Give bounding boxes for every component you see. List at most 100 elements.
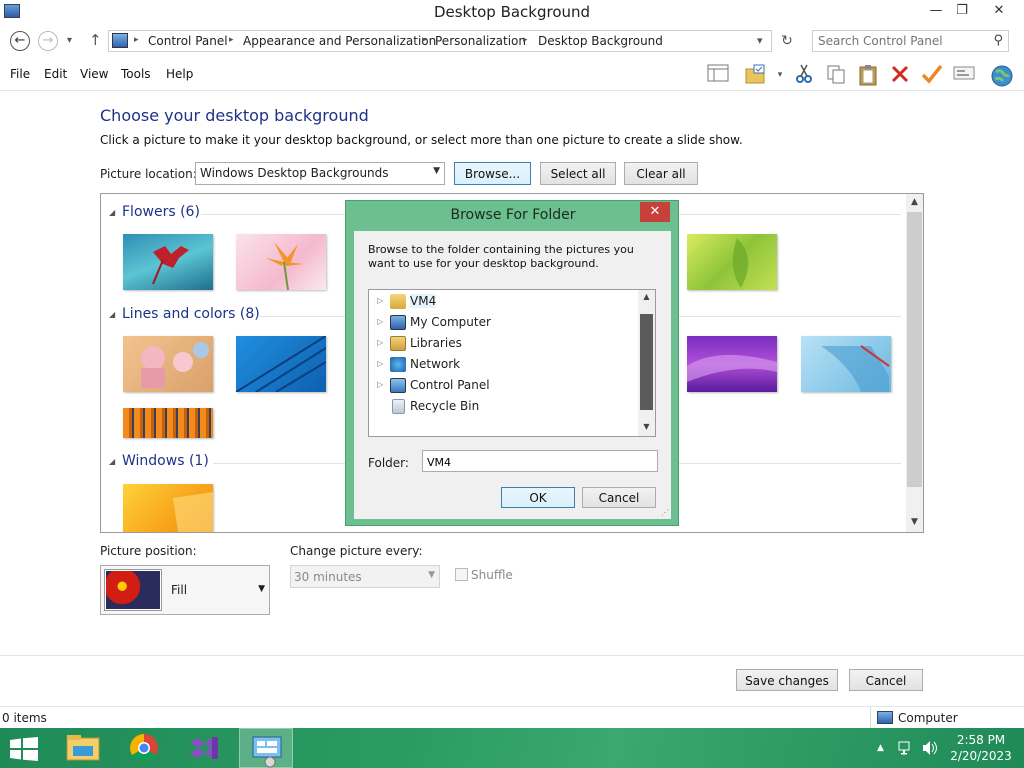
- menu-file[interactable]: File: [10, 67, 30, 81]
- tree-item-recycle-bin[interactable]: Recycle Bin: [377, 397, 637, 417]
- group-header-windows[interactable]: Windows (1): [122, 453, 209, 469]
- breadcrumb-control-panel[interactable]: Control Panel: [148, 34, 228, 48]
- paste-icon[interactable]: [856, 64, 880, 86]
- address-dropdown-icon[interactable]: ▾: [757, 34, 763, 47]
- back-button[interactable]: ←: [10, 31, 30, 51]
- tree-item-my-computer[interactable]: ▷ My Computer: [377, 313, 637, 333]
- breadcrumb-appearance[interactable]: Appearance and Personalization: [243, 34, 436, 48]
- scroll-down-icon[interactable]: ▼: [638, 422, 655, 431]
- address-bar[interactable]: ▸ Control Panel ▸ Appearance and Persona…: [108, 30, 772, 52]
- save-changes-button[interactable]: Save changes: [736, 669, 838, 691]
- search-icon[interactable]: ⚲: [993, 33, 1003, 48]
- breadcrumb-personalization[interactable]: Personalization: [435, 34, 526, 48]
- shuffle-checkbox[interactable]: Shuffle: [455, 568, 513, 582]
- search-box[interactable]: ⚲: [812, 30, 1009, 52]
- picture-position-select[interactable]: Fill ▼: [100, 565, 270, 615]
- wallpaper-thumbnail[interactable]: [236, 234, 326, 291]
- browse-button[interactable]: Browse...: [454, 162, 531, 185]
- maximize-button[interactable]: ❐: [948, 2, 976, 20]
- folder-options-icon[interactable]: [744, 64, 768, 86]
- visual-studio-taskbar-button[interactable]: [178, 728, 232, 768]
- group-header-lines-colors[interactable]: Lines and colors (8): [122, 306, 260, 322]
- select-all-button[interactable]: Select all: [540, 162, 616, 185]
- wallpaper-thumbnail[interactable]: [687, 234, 777, 290]
- tree-item-network[interactable]: ▷ Network: [377, 355, 637, 375]
- scroll-up-icon[interactable]: ▲: [906, 197, 923, 207]
- footer-separator: [0, 655, 1024, 656]
- collapse-icon[interactable]: ◢: [109, 310, 115, 319]
- expand-icon[interactable]: ▷: [377, 359, 383, 368]
- scroll-up-icon[interactable]: ▲: [638, 292, 655, 301]
- page-title: Choose your desktop background: [100, 106, 369, 125]
- globe-icon[interactable]: [990, 64, 1014, 87]
- scroll-down-icon[interactable]: ▼: [906, 517, 923, 527]
- taskbar-clock[interactable]: 2:58 PM 2/20/2023: [946, 732, 1016, 764]
- network-tray-icon[interactable]: [898, 740, 914, 759]
- dialog-close-button[interactable]: ✕: [640, 202, 670, 222]
- copy-icon[interactable]: [824, 64, 848, 86]
- up-button[interactable]: ↑: [89, 31, 102, 49]
- scrollbar-thumb[interactable]: [907, 212, 922, 487]
- checkbox-box[interactable]: [455, 568, 468, 581]
- menu-help[interactable]: Help: [166, 67, 193, 81]
- properties-icon[interactable]: [952, 64, 976, 86]
- collapse-icon[interactable]: ◢: [109, 457, 115, 466]
- windows-start-icon[interactable]: [10, 737, 38, 761]
- tray-expand-icon[interactable]: ▲: [877, 743, 884, 753]
- refresh-button[interactable]: ↻: [776, 30, 798, 52]
- minimize-button[interactable]: —: [922, 2, 950, 20]
- scrollbar-thumb[interactable]: [640, 314, 653, 410]
- cancel-button[interactable]: Cancel: [849, 669, 923, 691]
- group-header-flowers[interactable]: Flowers (6): [122, 204, 200, 220]
- menu-view[interactable]: View: [80, 67, 108, 81]
- tree-item-label: Network: [410, 357, 461, 371]
- folder-tree[interactable]: ▷ VM4 ▷ My Computer ▷ Libraries ▷ Networ…: [368, 289, 656, 437]
- folder-input[interactable]: [422, 450, 658, 472]
- resize-grip-icon[interactable]: ⋰: [661, 508, 669, 517]
- menu-edit[interactable]: Edit: [44, 67, 67, 81]
- wallpaper-thumbnail[interactable]: [235, 335, 327, 393]
- expand-icon[interactable]: ▷: [377, 296, 383, 305]
- file-explorer-taskbar-button[interactable]: [56, 728, 110, 768]
- collapse-icon[interactable]: ◢: [109, 208, 115, 217]
- menu-tools[interactable]: Tools: [121, 67, 151, 81]
- tree-item-libraries[interactable]: ▷ Libraries: [377, 334, 637, 354]
- clear-all-button[interactable]: Clear all: [624, 162, 698, 185]
- tree-item-label: Recycle Bin: [410, 399, 480, 413]
- forward-button[interactable]: →: [38, 31, 58, 51]
- tree-scrollbar[interactable]: ▲ ▼: [638, 290, 655, 436]
- delete-icon[interactable]: [888, 64, 912, 86]
- expand-icon[interactable]: ▷: [377, 380, 383, 389]
- volume-tray-icon[interactable]: [921, 740, 939, 759]
- tree-item-control-panel[interactable]: ▷ Control Panel: [377, 376, 637, 396]
- close-button[interactable]: ✕: [985, 2, 1013, 20]
- chevron-right-icon[interactable]: ▸: [422, 35, 427, 45]
- gallery-scrollbar[interactable]: ▲ ▼: [906, 194, 923, 532]
- chevron-right-icon[interactable]: ▸: [134, 35, 139, 45]
- cut-icon[interactable]: [792, 64, 816, 86]
- wallpaper-thumbnail[interactable]: [801, 336, 891, 392]
- breadcrumb-desktop-background[interactable]: Desktop Background: [538, 34, 663, 48]
- wallpaper-thumbnail[interactable]: [123, 234, 213, 290]
- search-input[interactable]: [818, 32, 988, 50]
- picture-location-select[interactable]: Windows Desktop Backgrounds ▼: [195, 162, 445, 185]
- chevron-right-icon[interactable]: ▸: [229, 35, 234, 45]
- ok-button[interactable]: OK: [501, 487, 575, 508]
- wallpaper-thumbnail[interactable]: [123, 336, 213, 392]
- control-panel-icon: [390, 378, 406, 393]
- chrome-taskbar-button[interactable]: [117, 728, 171, 768]
- layout-icon[interactable]: [706, 64, 730, 86]
- chevron-down-icon[interactable]: ▾: [768, 64, 792, 86]
- wallpaper-thumbnail[interactable]: [123, 484, 213, 532]
- change-interval-select[interactable]: 30 minutes ▼: [290, 565, 440, 588]
- control-panel-taskbar-button[interactable]: [239, 728, 293, 768]
- wallpaper-thumbnail[interactable]: [687, 336, 777, 392]
- dialog-cancel-button[interactable]: Cancel: [582, 487, 656, 508]
- recent-locations-dropdown[interactable]: ▾: [67, 35, 72, 46]
- chevron-right-icon[interactable]: ▸: [523, 35, 528, 45]
- wallpaper-thumbnail[interactable]: [123, 408, 213, 438]
- check-icon[interactable]: [920, 64, 944, 86]
- expand-icon[interactable]: ▷: [377, 317, 383, 326]
- tree-item-vm4[interactable]: ▷ VM4: [377, 292, 637, 312]
- expand-icon[interactable]: ▷: [377, 338, 383, 347]
